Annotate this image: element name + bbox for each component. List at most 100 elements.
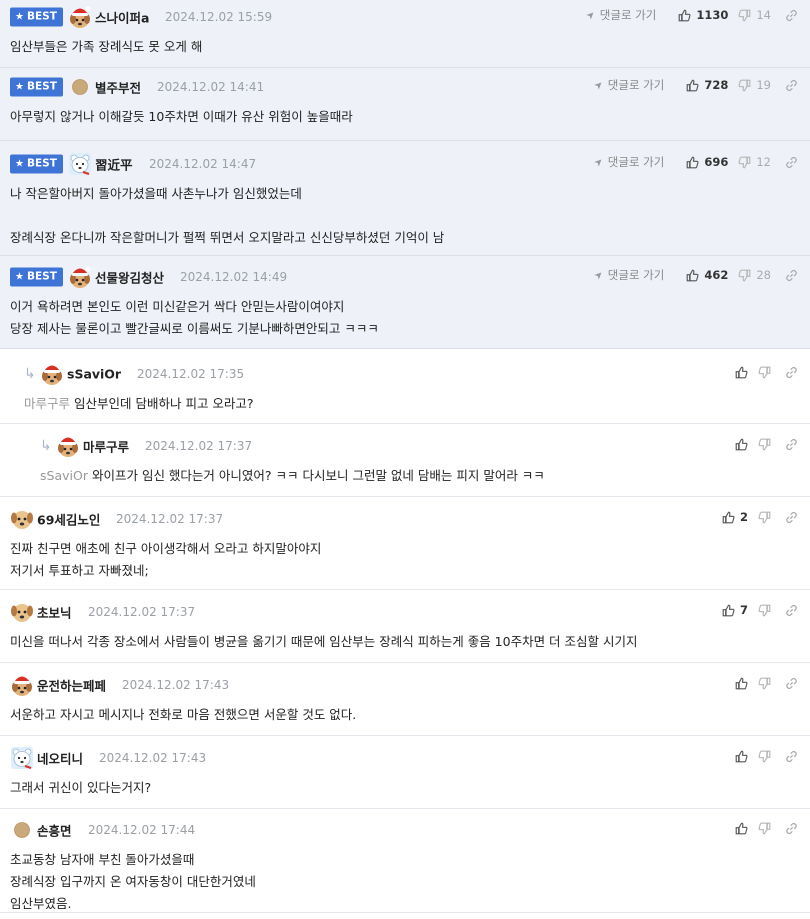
- downvote-button[interactable]: 12: [738, 155, 771, 169]
- mention-link[interactable]: sSaviOr: [40, 468, 88, 483]
- comment-actions: ➤ 댓글로 가기 462 28: [593, 265, 798, 285]
- upvote-button[interactable]: [735, 677, 748, 690]
- upvote-button[interactable]: 696: [686, 155, 728, 169]
- best-badge: ★ BEST: [10, 267, 63, 287]
- upvote-button[interactable]: 1130: [678, 8, 728, 22]
- comment: 69세김노인 2024.12.02 17:37 2 진짜 친구면 애초에 친구 아이생…: [0, 497, 810, 590]
- link-icon: [785, 750, 798, 763]
- downvote-button[interactable]: 28: [738, 268, 771, 282]
- upvote-button[interactable]: 462: [686, 268, 728, 282]
- comment-text-line: 저기서 투표하고 자빠졌네;: [10, 563, 149, 578]
- mention-link[interactable]: 마루구루: [24, 396, 70, 411]
- best-label: BEST: [26, 80, 57, 93]
- link-icon: [785, 366, 798, 379]
- link-icon: [785, 156, 798, 169]
- brown-dot-avatar[interactable]: [10, 818, 34, 842]
- thumbs-down-icon: [758, 366, 771, 379]
- nickname[interactable]: 69세김노인: [37, 510, 100, 529]
- comment-actions: 7: [712, 600, 798, 620]
- comment-list: ★ BEST 스나이퍼a 2024.12.02 15:59 ➤ 댓글로 가기 1130 14 임…: [0, 0, 810, 913]
- copy-link-button[interactable]: [785, 366, 798, 379]
- goto-comment-link[interactable]: ➤ 댓글로 가기: [593, 267, 665, 283]
- copy-link-button[interactable]: [785, 9, 798, 22]
- comment-body: 서운하고 자시고 메시지나 전화로 마음 전했으면 서운할 것도 없다.: [0, 700, 810, 726]
- nickname[interactable]: 운전하는페페: [37, 676, 106, 695]
- puppy-avatar[interactable]: [10, 600, 34, 624]
- link-icon: [785, 604, 798, 617]
- dog-santa-avatar[interactable]: [56, 434, 80, 458]
- downvote-button[interactable]: [758, 438, 771, 451]
- best-label: BEST: [26, 270, 57, 283]
- copy-link-button[interactable]: [785, 79, 798, 92]
- copy-link-button[interactable]: [785, 750, 798, 763]
- thumbs-down-icon: [758, 511, 771, 524]
- copy-link-button[interactable]: [785, 822, 798, 835]
- comment-text-line: 장례식장 입구까지 온 여자동창이 대단한거였네: [10, 874, 256, 889]
- nickname[interactable]: 네오티니: [37, 749, 83, 768]
- puppy-avatar[interactable]: [10, 507, 34, 531]
- goto-comment-link[interactable]: ➤ 댓글로 가기: [592, 77, 665, 93]
- comment-text-line: sSaviOr 와이프가 임신 했다는거 아니였어? ㅋㅋ 다시보니 그런말 없네…: [40, 465, 810, 487]
- polar-bear-avatar[interactable]: [68, 152, 92, 176]
- nickname[interactable]: 별주부전: [95, 78, 141, 97]
- send-arrow-icon: ➤: [592, 155, 607, 169]
- best-badge: ★ BEST: [10, 7, 63, 27]
- upvote-button[interactable]: [735, 366, 748, 379]
- copy-link-button[interactable]: [785, 511, 798, 524]
- nickname[interactable]: 마루구루: [83, 437, 129, 456]
- dog-santa-avatar[interactable]: [10, 673, 34, 697]
- upvote-button[interactable]: [735, 438, 748, 451]
- copy-link-button[interactable]: [785, 269, 798, 282]
- link-icon: [785, 9, 798, 22]
- thumbs-up-icon: [686, 269, 699, 282]
- copy-link-button[interactable]: [785, 677, 798, 690]
- dog-santa-avatar[interactable]: [68, 265, 92, 289]
- downvote-button[interactable]: 19: [738, 78, 771, 92]
- goto-comment-link[interactable]: ➤ 댓글로 가기: [592, 154, 665, 170]
- comment-date: 2024.12.02 14:47: [149, 157, 257, 171]
- copy-link-button[interactable]: [785, 438, 798, 451]
- star-icon: ★: [15, 11, 24, 23]
- best-badge: ★ BEST: [10, 77, 63, 97]
- upvote-button[interactable]: [735, 822, 748, 835]
- downvote-button[interactable]: [758, 604, 771, 617]
- upvote-button[interactable]: 728: [686, 78, 728, 92]
- copy-link-button[interactable]: [785, 604, 798, 617]
- comment: 운전하는페페 2024.12.02 17:43 서운하고 자시고 메시지나 전화로 …: [0, 663, 810, 736]
- comment-text-line: [10, 205, 810, 227]
- downvote-button[interactable]: [758, 750, 771, 763]
- comment-date: 2024.12.02 17:37: [145, 439, 253, 453]
- nickname[interactable]: sSaviOr: [67, 367, 121, 382]
- downvote-button[interactable]: [758, 511, 771, 524]
- star-icon: ★: [15, 271, 24, 283]
- comment-header: ↳ sSaviOr 2024.12.02 17:35: [0, 359, 810, 389]
- upvote-button[interactable]: [735, 750, 748, 763]
- downvote-button[interactable]: [758, 677, 771, 690]
- nickname[interactable]: 손흥면: [37, 821, 72, 840]
- downvote-button[interactable]: 14: [738, 8, 771, 22]
- comment-text-line: 마루구루 임산부인데 담배하나 피고 오라고?: [24, 393, 810, 415]
- best-comment: ★ BEST 習近平 2024.12.02 14:47 ➤ 댓글로 가기 696 12 나 작은…: [0, 141, 810, 256]
- comment-actions: 2: [712, 507, 798, 527]
- send-arrow-icon: ➤: [592, 78, 607, 92]
- polar-bear-avatar[interactable]: [10, 746, 34, 770]
- nickname[interactable]: 선물왕김청산: [95, 268, 164, 287]
- downvote-button[interactable]: [758, 822, 771, 835]
- upvote-button[interactable]: 7: [722, 603, 748, 617]
- dog-santa-avatar[interactable]: [68, 5, 92, 29]
- comment-text-line: 임산부였음.: [10, 896, 72, 911]
- nickname[interactable]: 習近平: [95, 155, 133, 174]
- comment-body: 그래서 귀신이 있다는거지?: [0, 773, 810, 799]
- copy-link-button[interactable]: [785, 156, 798, 169]
- goto-comment-link[interactable]: ➤ 댓글로 가기: [585, 7, 657, 23]
- comment-text-line: 장례식장 온다니까 작은할머니가 펄쩍 뛰면서 오지말라고 신신당부하셨던 기억…: [10, 230, 445, 245]
- nickname[interactable]: 초보닉: [37, 603, 72, 622]
- best-comment: ★ BEST 선물왕김청산 2024.12.02 14:49 ➤ 댓글로 가기 462 28 이…: [0, 256, 810, 349]
- nickname[interactable]: 스나이퍼a: [95, 8, 149, 27]
- brown-dot-avatar[interactable]: [68, 75, 92, 99]
- comment-text-line: 그래서 귀신이 있다는거지?: [10, 780, 152, 795]
- dog-santa-avatar[interactable]: [40, 362, 64, 386]
- downvote-count: 12: [756, 155, 771, 169]
- upvote-button[interactable]: 2: [722, 510, 748, 524]
- downvote-button[interactable]: [758, 366, 771, 379]
